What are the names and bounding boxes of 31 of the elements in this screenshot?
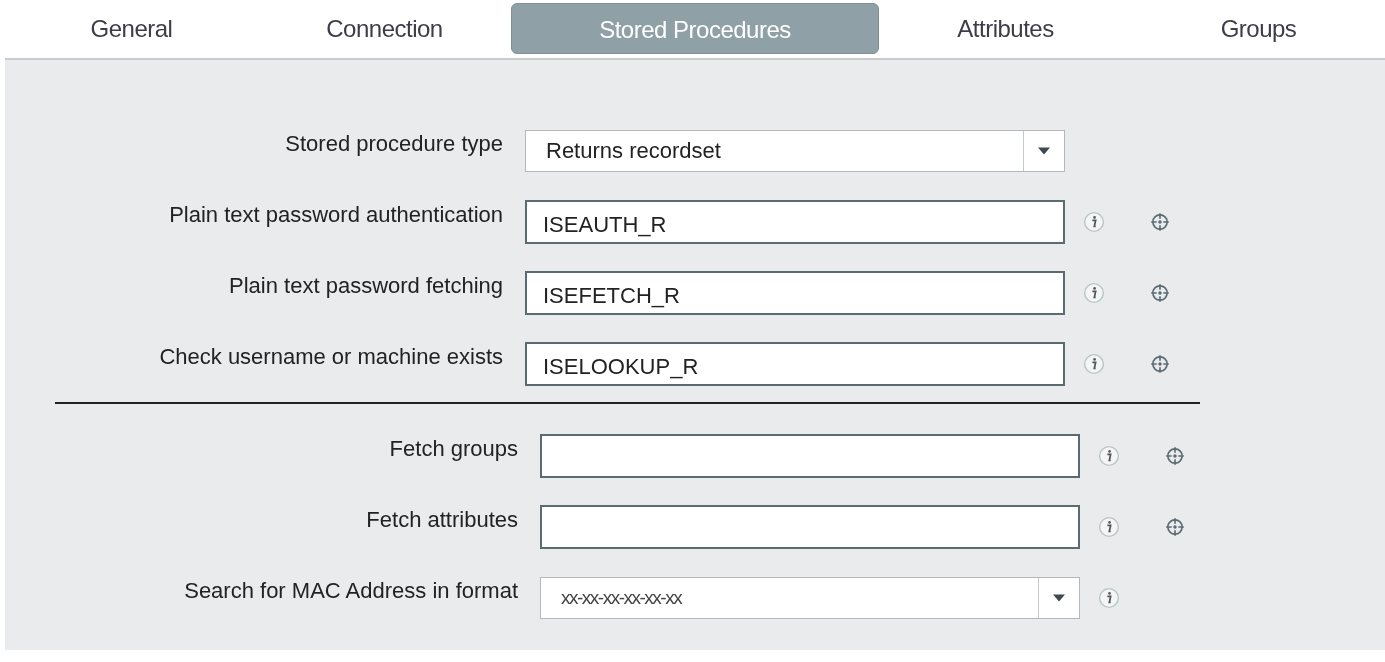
field-label: Stored procedure type — [284, 130, 504, 157]
crosshair-icon[interactable] — [1164, 515, 1186, 538]
crosshair-icon[interactable] — [1164, 444, 1186, 467]
field-label: Fetch groups — [388, 435, 519, 462]
input-field[interactable] — [540, 504, 1080, 549]
info-icon[interactable] — [1083, 281, 1105, 304]
input-field[interactable]: ISELOOKUP_R — [525, 341, 1065, 386]
tab[interactable]: Attributes — [879, 3, 1132, 52]
caret-icon[interactable] — [1053, 593, 1065, 602]
info-icon[interactable] — [1098, 444, 1120, 467]
dropdown[interactable]: Returns recordset — [525, 129, 1065, 172]
info-icon[interactable] — [1098, 515, 1120, 538]
info-icon[interactable] — [1083, 210, 1105, 233]
dropdown[interactable]: xx-xx-xx-xx-xx-xx — [540, 576, 1080, 619]
tab[interactable]: Connection — [258, 3, 511, 52]
tab[interactable]: Groups — [1132, 3, 1385, 52]
caret-icon[interactable] — [1038, 146, 1050, 155]
field-label: Plain text password authentication — [168, 201, 504, 228]
crosshair-icon[interactable] — [1149, 210, 1171, 233]
tab[interactable]: General — [5, 3, 258, 52]
input-field[interactable]: ISEFETCH_R — [525, 270, 1065, 315]
info-icon[interactable] — [1083, 352, 1105, 375]
field-label: Plain text password fetching — [228, 272, 504, 299]
field-label: Search for MAC Address in format — [183, 577, 519, 604]
crosshair-icon[interactable] — [1149, 281, 1171, 304]
info-icon[interactable] — [1098, 586, 1120, 609]
crosshair-icon[interactable] — [1149, 352, 1171, 375]
input-field[interactable]: ISEAUTH_R — [525, 199, 1065, 244]
field-label: Check username or machine exists — [158, 343, 504, 370]
field-label: Fetch attributes — [365, 506, 519, 533]
input-field[interactable] — [540, 433, 1080, 478]
